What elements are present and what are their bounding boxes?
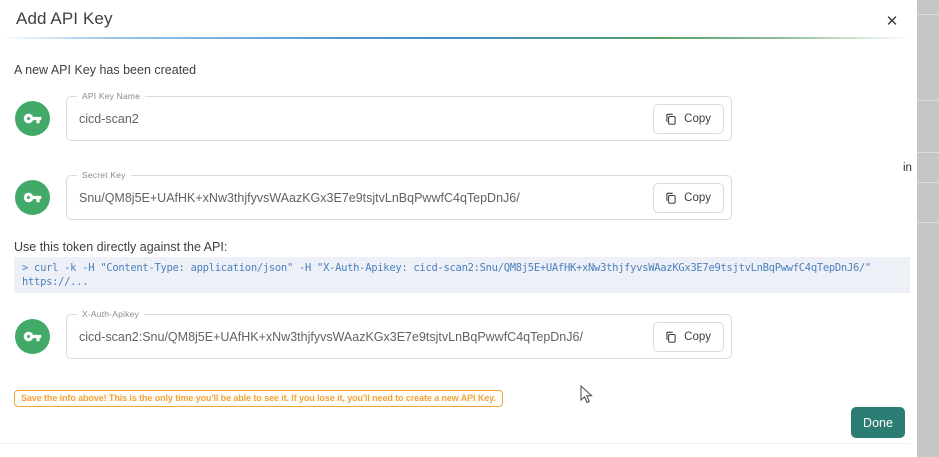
x-auth-apikey-value: cicd-scan2:Snu/QM8j5E+UAfHK+xNw3thjfyvsW… <box>79 315 583 358</box>
background-partial-text: in <box>903 162 912 174</box>
background-row-divider <box>917 14 939 15</box>
background-page-strip <box>917 0 939 457</box>
background-row-divider <box>917 182 939 183</box>
done-button[interactable]: Done <box>851 407 905 438</box>
copy-button-label: Copy <box>684 192 711 204</box>
copy-secret-key-button[interactable]: Copy <box>653 183 724 213</box>
dialog-title: Add API Key <box>16 9 113 29</box>
key-icon <box>15 319 50 354</box>
curl-code-block: > curl -k -H "Content-Type: application/… <box>14 257 910 293</box>
header-gradient-divider <box>0 37 910 39</box>
secret-key-value: Snu/QM8j5E+UAfHK+xNw3thjfyvsWAazKGx3E7e9… <box>79 176 520 219</box>
copy-icon <box>664 330 678 345</box>
copy-icon <box>664 112 678 127</box>
modal-bottom-edge <box>0 443 910 444</box>
curl-url-line: https://... <box>22 275 902 289</box>
curl-command-line: > curl -k -H "Content-Type: application/… <box>22 261 902 275</box>
api-key-name-field[interactable]: API Key Name cicd-scan2 Copy <box>66 96 732 141</box>
copy-button-label: Copy <box>684 113 711 125</box>
copy-button-label: Copy <box>684 331 711 343</box>
mouse-cursor <box>580 385 594 405</box>
secret-key-field[interactable]: Secret Key Snu/QM8j5E+UAfHK+xNw3thjfyvsW… <box>66 175 732 220</box>
close-icon: ✕ <box>886 12 899 30</box>
intro-message: A new API Key has been created <box>14 63 196 77</box>
api-key-name-value: cicd-scan2 <box>79 97 139 140</box>
background-row-divider <box>917 100 939 101</box>
close-button[interactable]: ✕ <box>880 9 904 33</box>
background-row-divider <box>917 152 939 153</box>
save-info-warning: Save the info above! This is the only ti… <box>14 390 503 407</box>
background-row-divider <box>917 222 939 223</box>
key-icon <box>15 180 50 215</box>
key-icon <box>15 101 50 136</box>
token-hint-text: Use this token directly against the API: <box>14 240 227 254</box>
copy-x-auth-apikey-button[interactable]: Copy <box>653 322 724 352</box>
x-auth-apikey-field[interactable]: X-Auth-Apikey cicd-scan2:Snu/QM8j5E+UAfH… <box>66 314 732 359</box>
copy-api-key-name-button[interactable]: Copy <box>653 104 724 134</box>
add-api-key-dialog: Add API Key ✕ A new API Key has been cre… <box>0 0 939 457</box>
copy-icon <box>664 191 678 206</box>
